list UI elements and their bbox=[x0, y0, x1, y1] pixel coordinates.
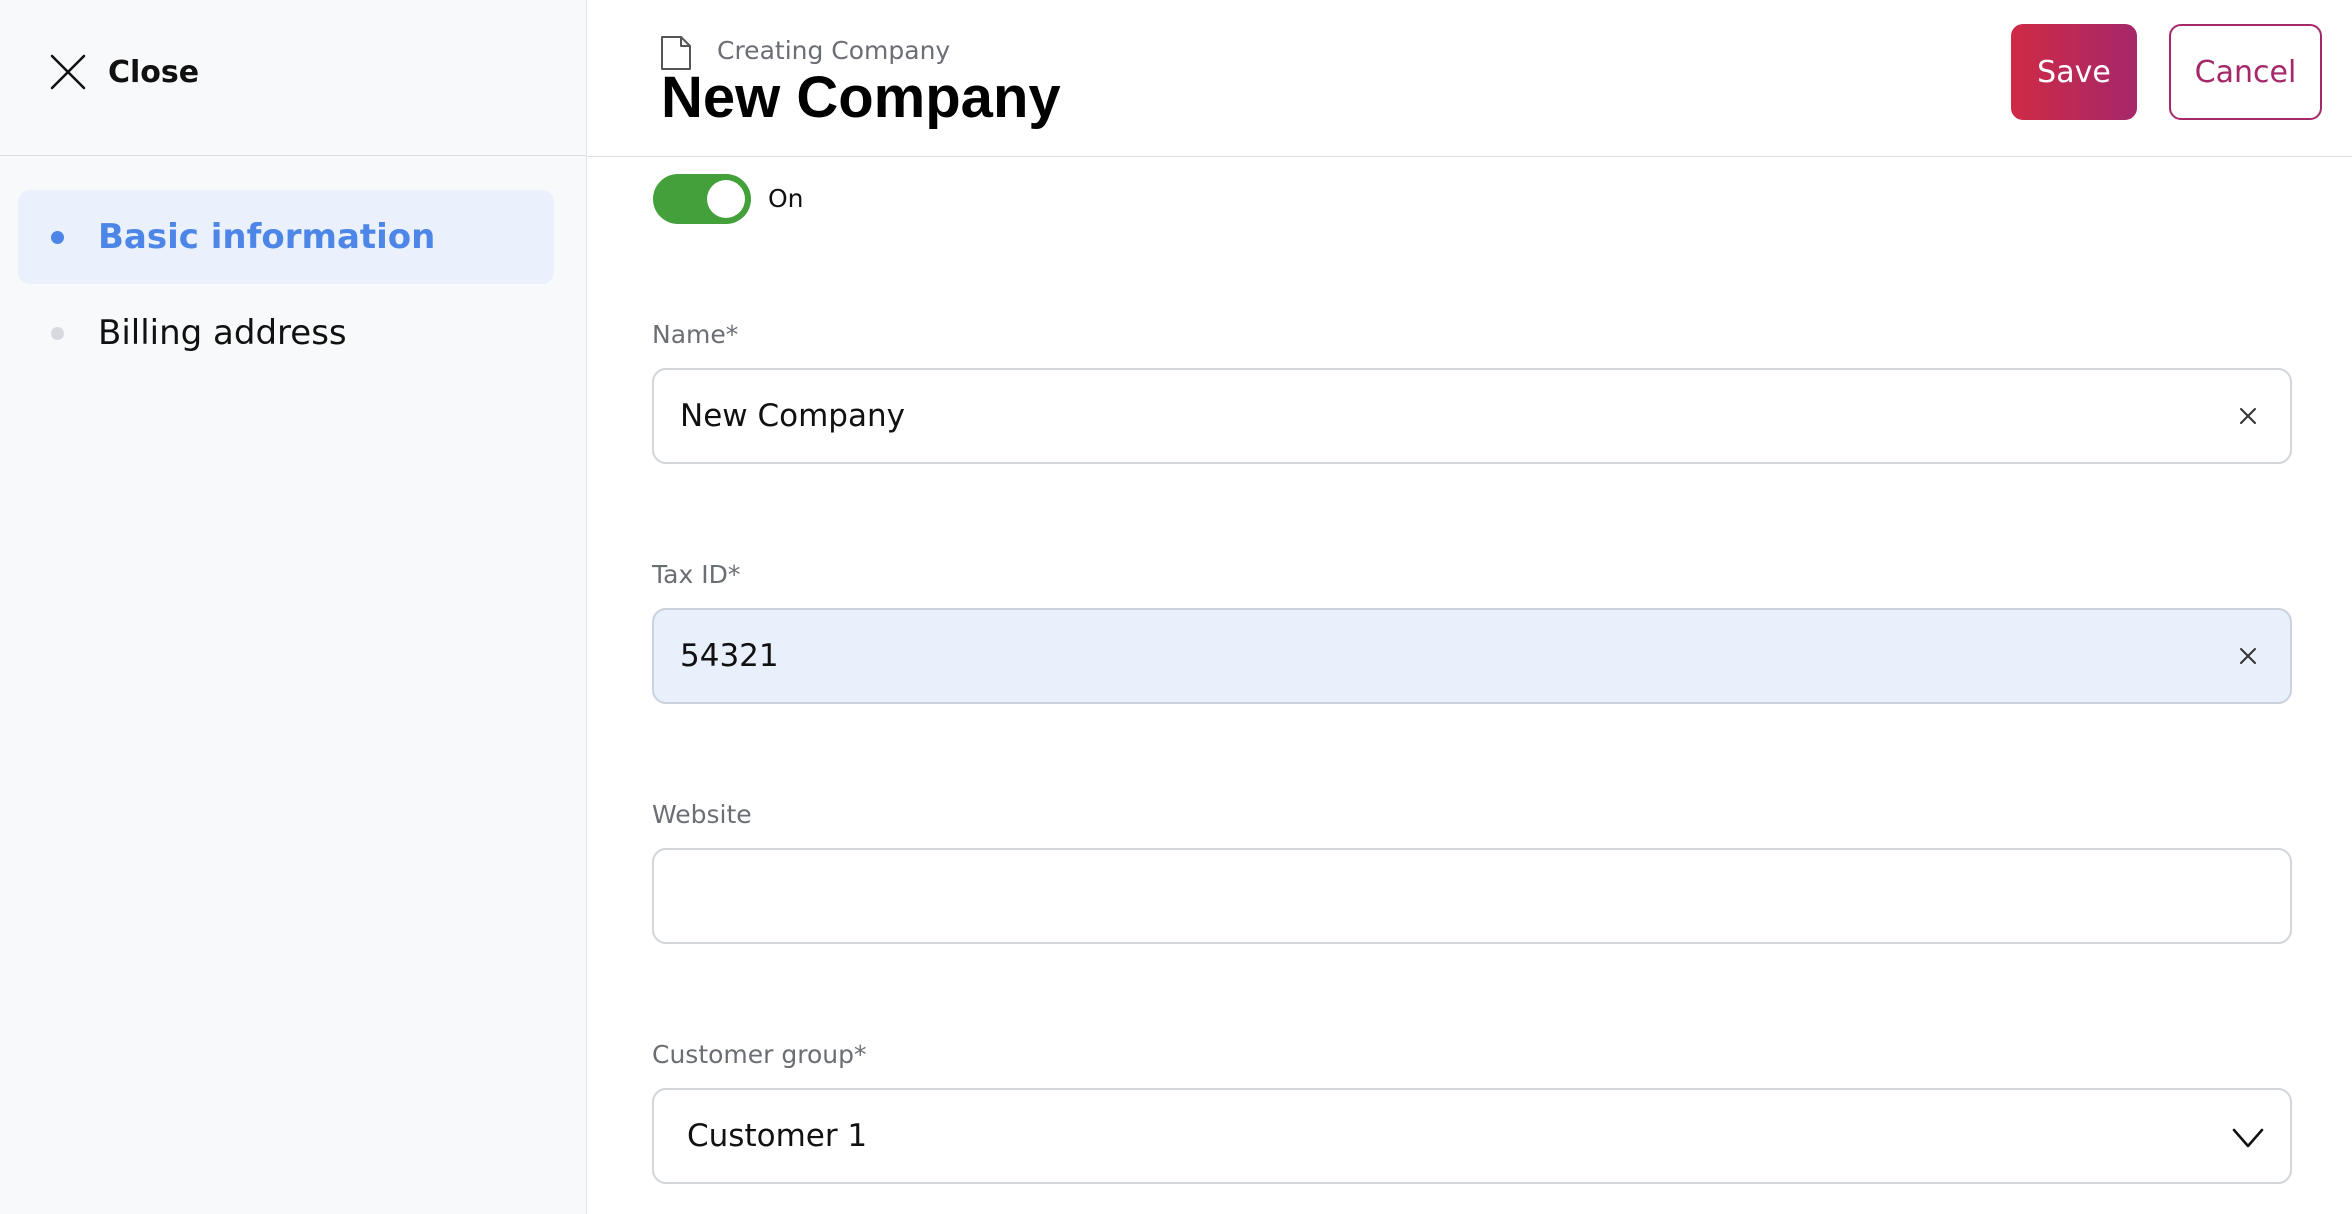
breadcrumb-subtitle: Creating Company bbox=[717, 36, 951, 65]
sidebar-item-basic-information[interactable]: Basic information bbox=[18, 190, 554, 284]
name-label: Name* bbox=[652, 320, 739, 349]
tax-id-label: Tax ID* bbox=[652, 560, 741, 589]
website-field[interactable] bbox=[652, 848, 2292, 944]
cancel-button[interactable]: Cancel bbox=[2169, 24, 2322, 120]
sidebar-header: Close bbox=[0, 0, 586, 156]
toggle-label: On bbox=[768, 184, 804, 213]
toggle-knob bbox=[707, 180, 745, 218]
active-dot-icon bbox=[51, 230, 64, 244]
save-button[interactable]: Save bbox=[2011, 24, 2137, 120]
clear-icon[interactable] bbox=[2234, 642, 2262, 670]
page-title: New Company bbox=[661, 65, 1061, 130]
inactive-dot-icon bbox=[51, 326, 64, 340]
clear-icon[interactable] bbox=[2234, 402, 2262, 430]
close-label: Close bbox=[108, 54, 200, 90]
sidebar: Close Basic information Billing address bbox=[0, 0, 587, 1214]
website-label: Website bbox=[652, 800, 752, 829]
tax-id-value: 54321 bbox=[680, 638, 779, 674]
customer-group-select[interactable]: Customer 1 bbox=[652, 1088, 2292, 1184]
name-field[interactable]: New Company bbox=[652, 368, 2292, 464]
close-icon bbox=[50, 54, 86, 90]
sidebar-item-billing-address[interactable]: Billing address bbox=[18, 286, 554, 380]
sidebar-item-label: Basic information bbox=[98, 217, 436, 257]
customer-group-value: Customer 1 bbox=[687, 1118, 868, 1154]
tax-id-field[interactable]: 54321 bbox=[652, 608, 2292, 704]
close-button[interactable]: Close bbox=[48, 48, 199, 96]
chevron-down-icon bbox=[2232, 1128, 2264, 1148]
customer-group-label: Customer group* bbox=[652, 1040, 867, 1069]
active-toggle[interactable] bbox=[653, 174, 751, 224]
sidebar-item-label: Billing address bbox=[98, 313, 347, 353]
name-value: New Company bbox=[680, 398, 905, 434]
page-header: Creating Company New Company Save Cancel bbox=[587, 0, 2352, 157]
